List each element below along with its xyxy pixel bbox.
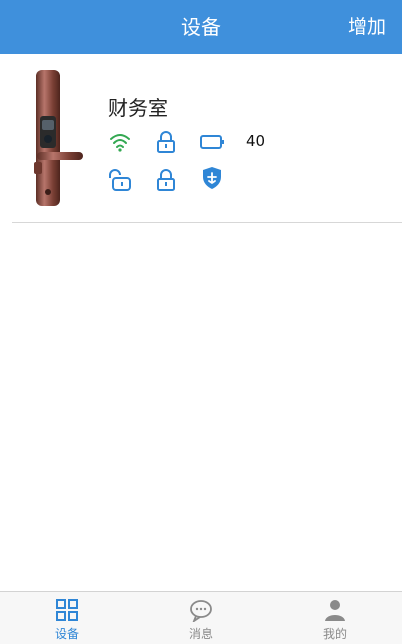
top-bar: 设备 增加 xyxy=(0,0,402,54)
chat-icon xyxy=(190,600,212,622)
person-icon xyxy=(325,600,345,621)
card-divider xyxy=(12,222,402,223)
unlock-icon[interactable] xyxy=(108,168,132,192)
nav-item-devices[interactable]: 设备 xyxy=(0,592,134,644)
grid-icon xyxy=(56,599,78,621)
device-card[interactable]: 财务室 40 xyxy=(0,54,402,224)
nav-label-messages: 消息 xyxy=(188,627,213,641)
lock-icon xyxy=(157,131,175,153)
battery-icon xyxy=(200,135,224,149)
bottom-navigation: 设备 消息 我的 xyxy=(0,591,402,644)
app-screen: 设备 增加 财务室 40 设备 消息 我的 xyxy=(0,0,402,644)
nav-item-messages[interactable]: 消息 xyxy=(134,592,268,644)
battery-level-value: 40 xyxy=(246,132,266,150)
page-title: 设备 xyxy=(181,15,221,39)
device-name: 财务室 xyxy=(108,96,168,120)
lock-icon[interactable] xyxy=(154,168,178,192)
nav-label-devices: 设备 xyxy=(54,627,79,641)
smart-lock-image xyxy=(34,70,83,206)
nav-item-profile[interactable]: 我的 xyxy=(268,592,402,644)
wifi-icon xyxy=(110,134,130,152)
nav-label-profile: 我的 xyxy=(322,627,347,641)
add-device-button[interactable]: 增加 xyxy=(348,0,386,54)
authorize-shield-icon[interactable] xyxy=(200,166,224,190)
